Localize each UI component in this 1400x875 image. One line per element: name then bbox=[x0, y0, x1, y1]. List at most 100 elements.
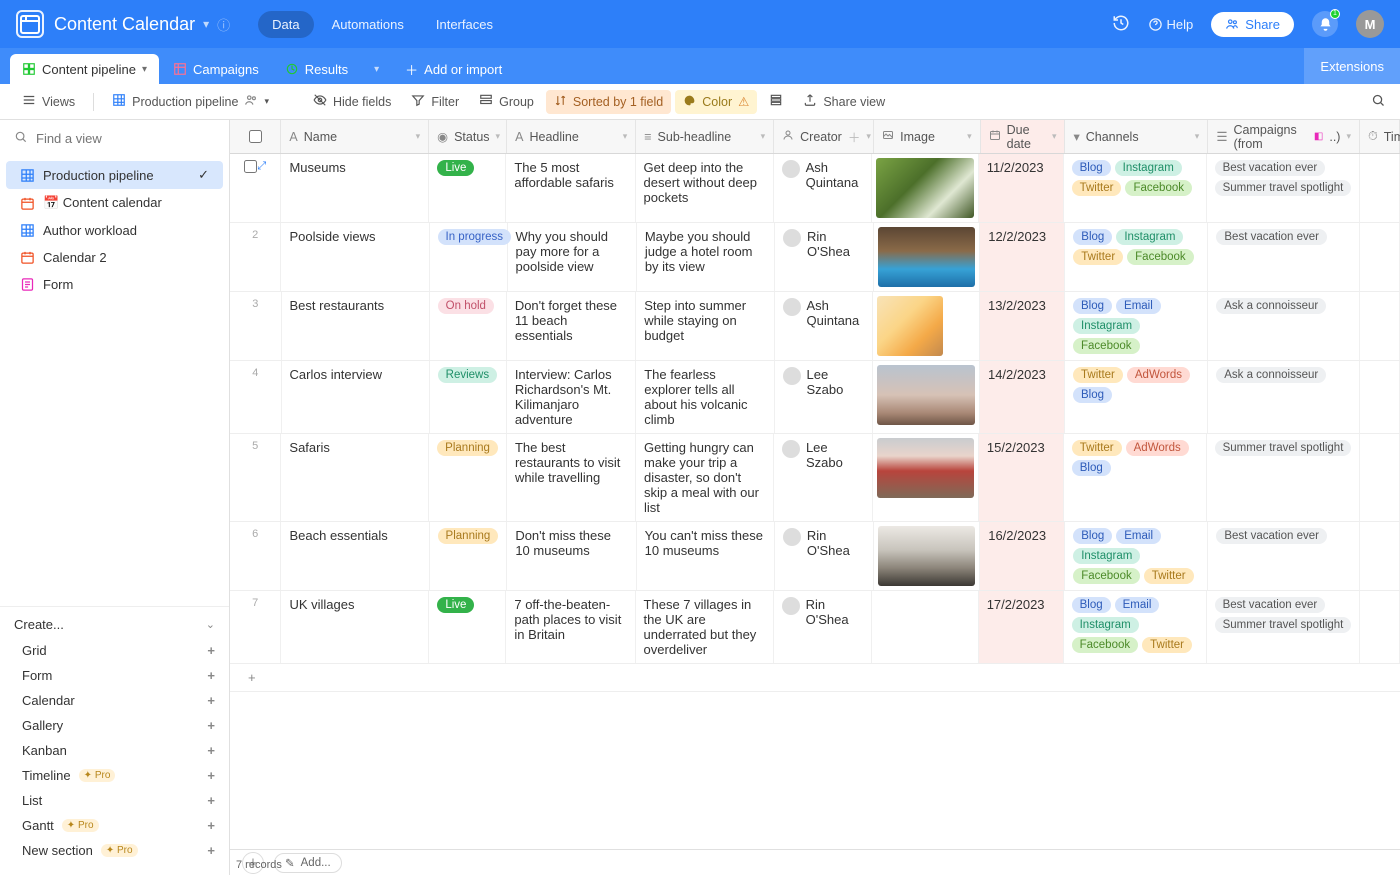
cell-image[interactable] bbox=[872, 591, 978, 663]
chevron-down-icon[interactable]: ▾ bbox=[1346, 131, 1351, 142]
col-time[interactable]: ⏱Time bbox=[1360, 120, 1400, 153]
table-row[interactable]: 3 Best restaurants On hold Don't forget … bbox=[230, 292, 1400, 361]
cell-channels[interactable]: TwitterAdWordsBlog bbox=[1064, 434, 1207, 521]
search-button[interactable] bbox=[1371, 93, 1386, 111]
cell-headline[interactable]: Don't forget these 11 beach essentials bbox=[507, 292, 636, 360]
channel-pill[interactable]: Blog bbox=[1072, 160, 1111, 176]
cell-index[interactable]: 5 bbox=[230, 434, 281, 521]
col-headline[interactable]: AHeadline▾ bbox=[507, 120, 636, 153]
create-view-type[interactable]: Form+ bbox=[6, 663, 223, 688]
sort-button[interactable]: Sorted by 1 field bbox=[546, 90, 671, 114]
create-view-type[interactable]: New section✦ Pro+ bbox=[6, 838, 223, 863]
cell-creator[interactable]: Rin O'Shea bbox=[775, 223, 874, 291]
channel-pill[interactable]: Facebook bbox=[1127, 249, 1194, 265]
create-view-type[interactable]: List+ bbox=[6, 788, 223, 813]
cell-campaigns[interactable]: Best vacation ever bbox=[1208, 522, 1360, 590]
col-image[interactable]: Image▾ bbox=[874, 120, 980, 153]
col-status[interactable]: ◉Status▾ bbox=[429, 120, 507, 153]
cell-due[interactable]: 17/2/2023 bbox=[979, 591, 1064, 663]
find-view[interactable] bbox=[0, 120, 229, 157]
campaign-pill[interactable]: Best vacation ever bbox=[1216, 229, 1327, 245]
cell-time[interactable] bbox=[1360, 223, 1400, 291]
cell-time[interactable] bbox=[1360, 591, 1400, 663]
share-button[interactable]: Share bbox=[1211, 12, 1294, 37]
cell-channels[interactable]: TwitterAdWordsBlog bbox=[1065, 361, 1208, 433]
cell-index[interactable]: 4 bbox=[230, 361, 282, 433]
sidebar-view-item[interactable]: Calendar 2 bbox=[6, 244, 223, 271]
cell-channels[interactable]: BlogEmailInstagramFacebookTwitter bbox=[1064, 591, 1207, 663]
table-row[interactable]: ⤢ Museums Live The 5 most affordable saf… bbox=[230, 154, 1400, 223]
find-view-input[interactable] bbox=[36, 131, 215, 146]
cell-index[interactable]: 6 bbox=[230, 522, 281, 590]
col-name[interactable]: AName▾ bbox=[281, 120, 429, 153]
chevron-down-icon[interactable]: ▾ bbox=[496, 131, 501, 142]
channel-pill[interactable]: Facebook bbox=[1073, 568, 1140, 584]
row-checkbox[interactable] bbox=[244, 160, 257, 173]
table-tab-results[interactable]: Results bbox=[273, 54, 360, 84]
channel-pill[interactable]: Twitter bbox=[1142, 637, 1192, 653]
table-row[interactable]: 6 Beach essentials Planning Don't miss t… bbox=[230, 522, 1400, 591]
channel-pill[interactable]: Instagram bbox=[1115, 160, 1182, 176]
image-thumbnail[interactable] bbox=[877, 365, 975, 425]
chevron-down-icon[interactable]: ▾ bbox=[1195, 131, 1200, 142]
cell-subheadline[interactable]: You can't miss these 10 museums bbox=[637, 522, 775, 590]
cell-name[interactable]: Best restaurants bbox=[282, 292, 430, 360]
channel-pill[interactable]: Blog bbox=[1073, 298, 1112, 314]
cell-due[interactable]: 14/2/2023 bbox=[980, 361, 1065, 433]
user-avatar[interactable]: M bbox=[1356, 10, 1384, 38]
cell-status[interactable]: On hold bbox=[430, 292, 507, 360]
grid-body[interactable]: ⤢ Museums Live The 5 most affordable saf… bbox=[230, 154, 1400, 849]
chevron-down-icon[interactable]: ▾ bbox=[967, 131, 972, 142]
cell-campaigns[interactable]: Summer travel spotlight bbox=[1207, 434, 1361, 521]
cell-campaigns[interactable]: Ask a connoisseur bbox=[1208, 361, 1360, 433]
cell-due[interactable]: 16/2/2023 bbox=[980, 522, 1065, 590]
cell-campaigns[interactable]: Best vacation everSummer travel spotligh… bbox=[1207, 591, 1361, 663]
chevron-down-icon[interactable]: ▾ bbox=[416, 131, 421, 142]
expand-icon[interactable]: ⤢ bbox=[257, 160, 266, 173]
current-view-button[interactable]: Production pipeline ▾ bbox=[104, 89, 277, 114]
table-tab-pipeline[interactable]: Content pipeline ▾ bbox=[10, 54, 159, 84]
channel-pill[interactable]: Facebook bbox=[1125, 180, 1192, 196]
col-due[interactable]: Due date▾ bbox=[981, 120, 1066, 153]
channel-pill[interactable]: Twitter bbox=[1144, 568, 1194, 584]
channel-pill[interactable]: Twitter bbox=[1073, 249, 1123, 265]
cell-subheadline[interactable]: The fearless explorer tells all about hi… bbox=[636, 361, 774, 433]
channel-pill[interactable]: Blog bbox=[1072, 460, 1111, 476]
table-row[interactable]: 2 Poolside views In progress Why you sho… bbox=[230, 223, 1400, 292]
notifications-button[interactable]: 1 bbox=[1312, 11, 1338, 37]
cell-creator[interactable]: Lee Szabo bbox=[774, 434, 873, 521]
create-view-type[interactable]: Kanban+ bbox=[6, 738, 223, 763]
cell-creator[interactable]: Rin O'Shea bbox=[774, 591, 873, 663]
channel-pill[interactable]: Facebook bbox=[1072, 637, 1139, 653]
sidebar-view-item[interactable]: Form bbox=[6, 271, 223, 298]
cell-subheadline[interactable]: Maybe you should judge a hotel room by i… bbox=[637, 223, 775, 291]
cell-image[interactable] bbox=[873, 361, 980, 433]
cell-campaigns[interactable]: Best vacation everSummer travel spotligh… bbox=[1207, 154, 1361, 222]
add-record-button[interactable]: ✎ Add... bbox=[274, 853, 342, 873]
create-view-type[interactable]: Gantt✦ Pro+ bbox=[6, 813, 223, 838]
cell-subheadline[interactable]: Get deep into the desert without deep po… bbox=[636, 154, 774, 222]
color-button[interactable]: Color ⚠ bbox=[675, 90, 757, 114]
cell-name[interactable]: Safaris bbox=[281, 434, 429, 521]
cell-headline[interactable]: Why you should pay more for a poolside v… bbox=[508, 223, 637, 291]
cell-index[interactable]: 2 bbox=[230, 223, 281, 291]
channel-pill[interactable]: Twitter bbox=[1072, 180, 1122, 196]
table-row[interactable]: 7 UK villages Live 7 off-the-beaten-path… bbox=[230, 591, 1400, 664]
base-title[interactable]: Content Calendar ▾ ⓘ bbox=[54, 14, 230, 35]
cell-subheadline[interactable]: Getting hungry can make your trip a disa… bbox=[636, 434, 774, 521]
cell-index[interactable]: 7 bbox=[230, 591, 281, 663]
channel-pill[interactable]: Twitter bbox=[1072, 440, 1122, 456]
col-channels[interactable]: ▾Channels▾ bbox=[1065, 120, 1208, 153]
group-button[interactable]: Group bbox=[471, 89, 542, 114]
cell-name[interactable]: Carlos interview bbox=[282, 361, 430, 433]
cell-image[interactable] bbox=[873, 434, 979, 521]
channel-pill[interactable]: Blog bbox=[1073, 387, 1112, 403]
campaign-pill[interactable]: Best vacation ever bbox=[1216, 528, 1327, 544]
help-button[interactable]: Help bbox=[1148, 17, 1194, 32]
cell-creator[interactable]: Ash Quintana bbox=[775, 292, 874, 360]
cell-due[interactable]: 15/2/2023 bbox=[979, 434, 1064, 521]
create-view-type[interactable]: Gallery+ bbox=[6, 713, 223, 738]
sidebar-view-item[interactable]: Author workload bbox=[6, 217, 223, 244]
channel-pill[interactable]: Instagram bbox=[1073, 318, 1140, 334]
cell-image[interactable] bbox=[873, 292, 980, 360]
